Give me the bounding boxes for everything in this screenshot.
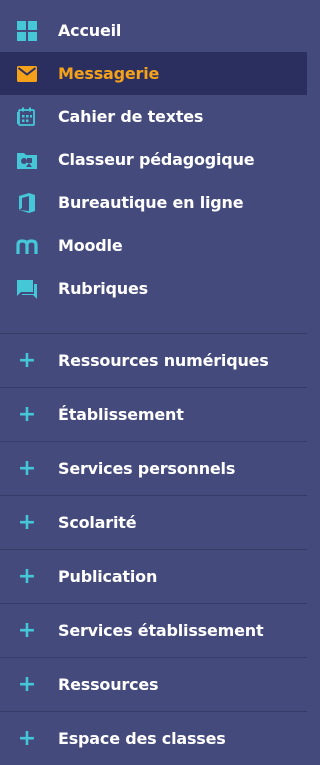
moodle-icon (16, 235, 38, 257)
section-publication[interactable]: + Publication (0, 549, 307, 603)
menu-item-label: Accueil (58, 21, 122, 40)
section-label: Ressources numériques (58, 351, 269, 370)
menu-item-label: Cahier de textes (58, 107, 204, 126)
plus-icon: + (17, 671, 37, 697)
plus-icon: + (17, 455, 37, 481)
chat-icon (16, 278, 38, 300)
menu-item-moodle[interactable]: Moodle (0, 224, 307, 267)
calendar-icon (16, 106, 38, 128)
section-label: Établissement (58, 405, 184, 424)
section-scolarite[interactable]: + Scolarité (0, 495, 307, 549)
section-list: + Ressources numériques + Établissement … (0, 333, 307, 765)
envelope-icon (16, 63, 38, 85)
section-label: Services établissement (58, 621, 264, 640)
section-label: Services personnels (58, 459, 236, 478)
menu-item-rubriques[interactable]: Rubriques (0, 267, 307, 310)
menu-item-cahier-de-textes[interactable]: Cahier de textes (0, 95, 307, 138)
menu-item-label: Rubriques (58, 279, 148, 298)
office-icon (16, 192, 38, 214)
menu-item-bureautique[interactable]: Bureautique en ligne (0, 181, 307, 224)
section-label: Espace des classes (58, 729, 226, 748)
side-navigation: Accueil Messagerie Cahier de textes Clas… (0, 0, 307, 765)
section-espace-des-classes[interactable]: + Espace des classes (0, 711, 307, 765)
folder-shapes-icon (16, 149, 38, 171)
menu-item-accueil[interactable]: Accueil (0, 9, 307, 52)
section-label: Scolarité (58, 513, 137, 532)
section-services-personnels[interactable]: + Services personnels (0, 441, 307, 495)
menu-item-label: Moodle (58, 236, 123, 255)
plus-icon: + (17, 347, 37, 373)
menu-item-label: Messagerie (58, 64, 160, 83)
menu-item-label: Bureautique en ligne (58, 193, 244, 212)
section-label: Ressources (58, 675, 159, 694)
main-menu: Accueil Messagerie Cahier de textes Clas… (0, 0, 307, 310)
plus-icon: + (17, 563, 37, 589)
section-ressources[interactable]: + Ressources (0, 657, 307, 711)
plus-icon: + (17, 509, 37, 535)
menu-item-label: Classeur pédagogique (58, 150, 255, 169)
plus-icon: + (17, 401, 37, 427)
section-etablissement[interactable]: + Établissement (0, 387, 307, 441)
section-ressources-numeriques[interactable]: + Ressources numériques (0, 333, 307, 387)
menu-item-classeur-pedagogique[interactable]: Classeur pédagogique (0, 138, 307, 181)
menu-item-messagerie[interactable]: Messagerie (0, 52, 307, 95)
plus-icon: + (17, 725, 37, 751)
plus-icon: + (17, 617, 37, 643)
grid-icon (16, 20, 38, 42)
section-label: Publication (58, 567, 158, 586)
section-services-etablissement[interactable]: + Services établissement (0, 603, 307, 657)
